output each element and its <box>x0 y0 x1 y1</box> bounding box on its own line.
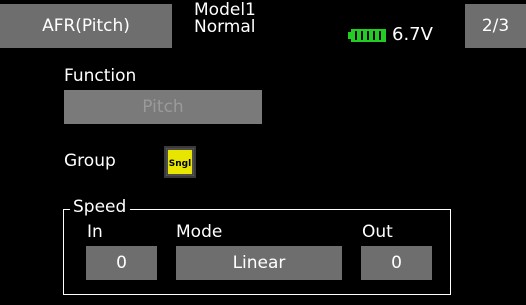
speed-out-button[interactable]: 0 <box>361 246 432 280</box>
speed-title: Speed <box>70 197 131 217</box>
screen-title-tab[interactable]: AFR(Pitch) <box>0 4 172 48</box>
group-single-icon[interactable]: Sngl <box>164 146 196 178</box>
function-label: Function <box>64 66 137 86</box>
speed-in-button[interactable]: 0 <box>86 246 157 280</box>
page-indicator-button[interactable]: 2/3 <box>465 4 526 48</box>
battery-voltage: 6.7V <box>392 24 433 45</box>
condition-name: Normal <box>194 17 256 37</box>
group-label: Group <box>64 151 116 171</box>
group-mode-text: Sngl <box>169 159 191 169</box>
speed-mode-label: Mode <box>176 222 223 242</box>
speed-out-label: Out <box>362 222 393 242</box>
battery-icon <box>348 29 386 42</box>
model-info: Model1 Normal <box>194 2 256 36</box>
speed-in-label: In <box>87 222 103 242</box>
speed-mode-button[interactable]: Linear <box>176 246 342 280</box>
function-button[interactable]: Pitch <box>64 90 262 124</box>
